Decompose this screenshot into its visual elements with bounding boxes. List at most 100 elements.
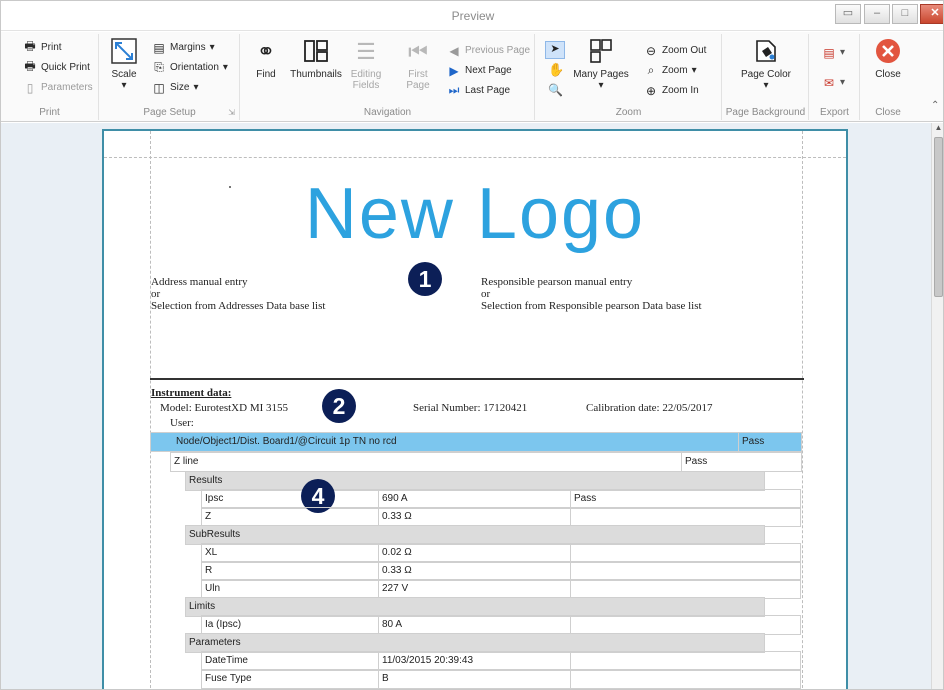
datetime-status: [571, 652, 800, 670]
limits-section-row: Limits: [185, 597, 765, 617]
zoom-dropdown-button[interactable]: ⌕ Zoom ▾: [644, 62, 697, 79]
page-color-label: Page Color: [740, 69, 792, 80]
export-group: ▤ ▾ ✉ ▾ Export: [810, 34, 860, 120]
xl-status: [571, 544, 800, 562]
pointer-tool-button[interactable]: ➤: [545, 41, 565, 59]
zoom-group: ➤ ✋ 🔍 Many Pages ▾ ⊖ Zoom Out ⌕ Zoom ▾ ⊕ Zoom…: [536, 34, 722, 120]
size-button[interactable]: ◫ Size ▾: [152, 79, 198, 96]
vertical-scrollbar[interactable]: ▲: [931, 123, 943, 689]
page-setup-launcher-icon[interactable]: ⇲: [228, 108, 235, 117]
fuse-type-status: [571, 670, 800, 688]
hand-tool-button[interactable]: ✋: [548, 62, 564, 78]
parameters-icon: ▯: [26, 80, 34, 95]
print-label: Print: [41, 42, 62, 53]
ia-status: [571, 616, 800, 634]
fuse-type-value: B: [379, 670, 571, 688]
instrument-user: User:: [170, 417, 194, 429]
instrument-calibration: Calibration date: 22/05/2017: [586, 402, 713, 414]
scale-button[interactable]: Scale ▾: [106, 38, 142, 91]
xl-value: 0.02 Ω: [379, 544, 571, 562]
page-color-dropdown-icon: ▾: [763, 80, 769, 91]
previous-page-button[interactable]: ◀ Previous Page: [447, 42, 530, 59]
orientation-label: Orientation: [170, 62, 219, 73]
find-button[interactable]: ⚭ Find: [247, 38, 285, 80]
first-page-label-1: First: [408, 69, 428, 80]
orientation-icon: ⎘: [154, 60, 164, 74]
r-value: 0.33 Ω: [379, 562, 571, 580]
address-block: Address manual entry or Selection from A…: [151, 276, 325, 312]
page-color-button[interactable]: Page Color ▾: [731, 38, 801, 91]
first-page-button[interactable]: ⏮ First Page: [401, 38, 435, 91]
close-group-label: Close: [875, 107, 901, 118]
print-group: 🖶 Print 🖶 Quick Print ▯ Parameters Print: [1, 34, 99, 120]
last-page-button[interactable]: ⏭ Last Page: [447, 82, 510, 99]
ia-row: Ia (Ipsc) 80 A: [201, 615, 801, 635]
ipsc-row: Ipsc 690 A Pass: [201, 489, 801, 509]
zoom-in-label: Zoom In: [662, 85, 699, 96]
node-status: Pass: [742, 436, 765, 447]
test-row[interactable]: Z line Pass: [170, 452, 802, 472]
margins-dropdown-icon: ▾: [209, 42, 215, 53]
zoom-in-button[interactable]: ⊕ Zoom In: [644, 82, 699, 99]
page-background-group: Page Color ▾ Page Background: [723, 34, 809, 120]
zoom-label: Zoom: [662, 65, 688, 76]
parameters-button[interactable]: ▯ Parameters: [23, 79, 93, 96]
export-button[interactable]: ▤ ▾: [822, 44, 845, 61]
send-button[interactable]: ✉ ▾: [822, 74, 845, 91]
close-window-button[interactable]: ✕: [920, 4, 943, 24]
close-label: Close: [875, 69, 901, 80]
last-page-icon: ⏭: [448, 83, 460, 97]
many-pages-label: Many Pages: [573, 69, 629, 80]
orientation-dropdown-icon: ▾: [222, 62, 228, 73]
close-preview-button[interactable]: Close: [867, 38, 909, 80]
last-page-label: Last Page: [465, 85, 511, 96]
parameters-label: Parameters: [189, 637, 241, 648]
uln-status: [571, 580, 800, 598]
editing-fields-button[interactable]: ☰ Editing Fields: [345, 38, 387, 91]
previous-page-label: Previous Page: [465, 45, 531, 56]
maximize-button[interactable]: □: [892, 4, 918, 24]
parameters-section-row: Parameters: [185, 633, 765, 653]
many-pages-icon: [572, 38, 630, 66]
binoculars-icon: ⚭: [256, 39, 276, 64]
z-status: [571, 508, 800, 526]
callout-badge-1: 1: [408, 262, 442, 296]
z-name: Z: [202, 508, 379, 526]
restore-ribbon-button[interactable]: ▭: [835, 4, 861, 24]
print-button[interactable]: 🖶 Print: [23, 39, 62, 56]
size-icon: ◫: [153, 80, 165, 95]
margins-button[interactable]: ▤ Margins ▾: [152, 39, 215, 56]
many-pages-dropdown-icon: ▾: [598, 80, 604, 91]
thumbnails-label: Thumbnails: [290, 69, 342, 80]
responsible-line-1: Responsible pearson manual entry: [481, 276, 633, 288]
many-pages-button[interactable]: Many Pages ▾: [572, 38, 630, 91]
node-row[interactable]: Node/Object1/Dist. Board1/@Circuit 1p TN…: [150, 432, 802, 452]
minimize-button[interactable]: –: [864, 4, 890, 24]
quick-print-button[interactable]: 🖶 Quick Print: [23, 59, 90, 76]
printer-icon: 🖶: [24, 39, 36, 53]
results-label: Results: [189, 475, 223, 486]
first-page-label-2: Page: [406, 80, 430, 91]
scroll-up-icon[interactable]: ▲: [932, 123, 943, 135]
next-page-button[interactable]: ▶ Next Page: [447, 62, 511, 79]
ipsc-value: 690 A: [379, 490, 571, 508]
ribbon: 🖶 Print 🖶 Quick Print ▯ Parameters Print Sc…: [1, 32, 943, 122]
scrollbar-thumb[interactable]: [934, 137, 943, 297]
z-row: Z 0.33 Ω: [201, 507, 801, 527]
editing-fields-label-1: Editing: [350, 69, 382, 80]
zoom-out-button[interactable]: ⊖ Zoom Out: [644, 42, 707, 59]
uln-value: 227 V: [379, 580, 571, 598]
responsible-person-block: Responsible pearson manual entry or Sele…: [481, 276, 702, 312]
quick-print-label: Quick Print: [41, 62, 90, 73]
send-file-icon: ✉: [823, 75, 835, 90]
limits-label: Limits: [189, 601, 216, 612]
editing-fields-label-2: Fields: [352, 80, 380, 91]
address-line-3: Selection from Addresses Data base list: [151, 300, 326, 312]
magnifier-tool-button[interactable]: 🔍: [548, 83, 563, 97]
address-line-2: or: [151, 288, 161, 300]
collapse-ribbon-icon[interactable]: ⌃: [931, 100, 939, 111]
orientation-button[interactable]: ⎘ Orientation ▾: [152, 59, 228, 76]
thumbnails-button[interactable]: Thumbnails: [287, 38, 345, 80]
test-status: Pass: [685, 456, 708, 467]
export-file-icon: ▤: [823, 45, 835, 60]
